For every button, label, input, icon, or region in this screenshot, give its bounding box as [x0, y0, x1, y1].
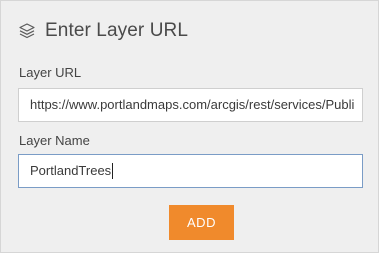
panel-header: Enter Layer URL — [18, 18, 188, 44]
add-button[interactable]: ADD — [169, 205, 234, 240]
layer-name-value: PortlandTrees — [30, 163, 112, 178]
layer-url-value: https://www.portlandmaps.com/arcgis/rest… — [30, 97, 355, 112]
layer-url-input[interactable]: https://www.portlandmaps.com/arcgis/rest… — [18, 88, 363, 122]
layers-icon — [18, 22, 36, 40]
text-cursor — [112, 162, 114, 179]
panel-title: Enter Layer URL — [45, 20, 189, 41]
layer-name-label: Layer Name — [19, 133, 90, 148]
layer-url-label: Layer URL — [19, 65, 82, 80]
layer-name-input[interactable]: PortlandTrees — [18, 154, 363, 188]
add-layer-panel: Enter Layer URL Layer URL https://www.po… — [0, 0, 379, 253]
